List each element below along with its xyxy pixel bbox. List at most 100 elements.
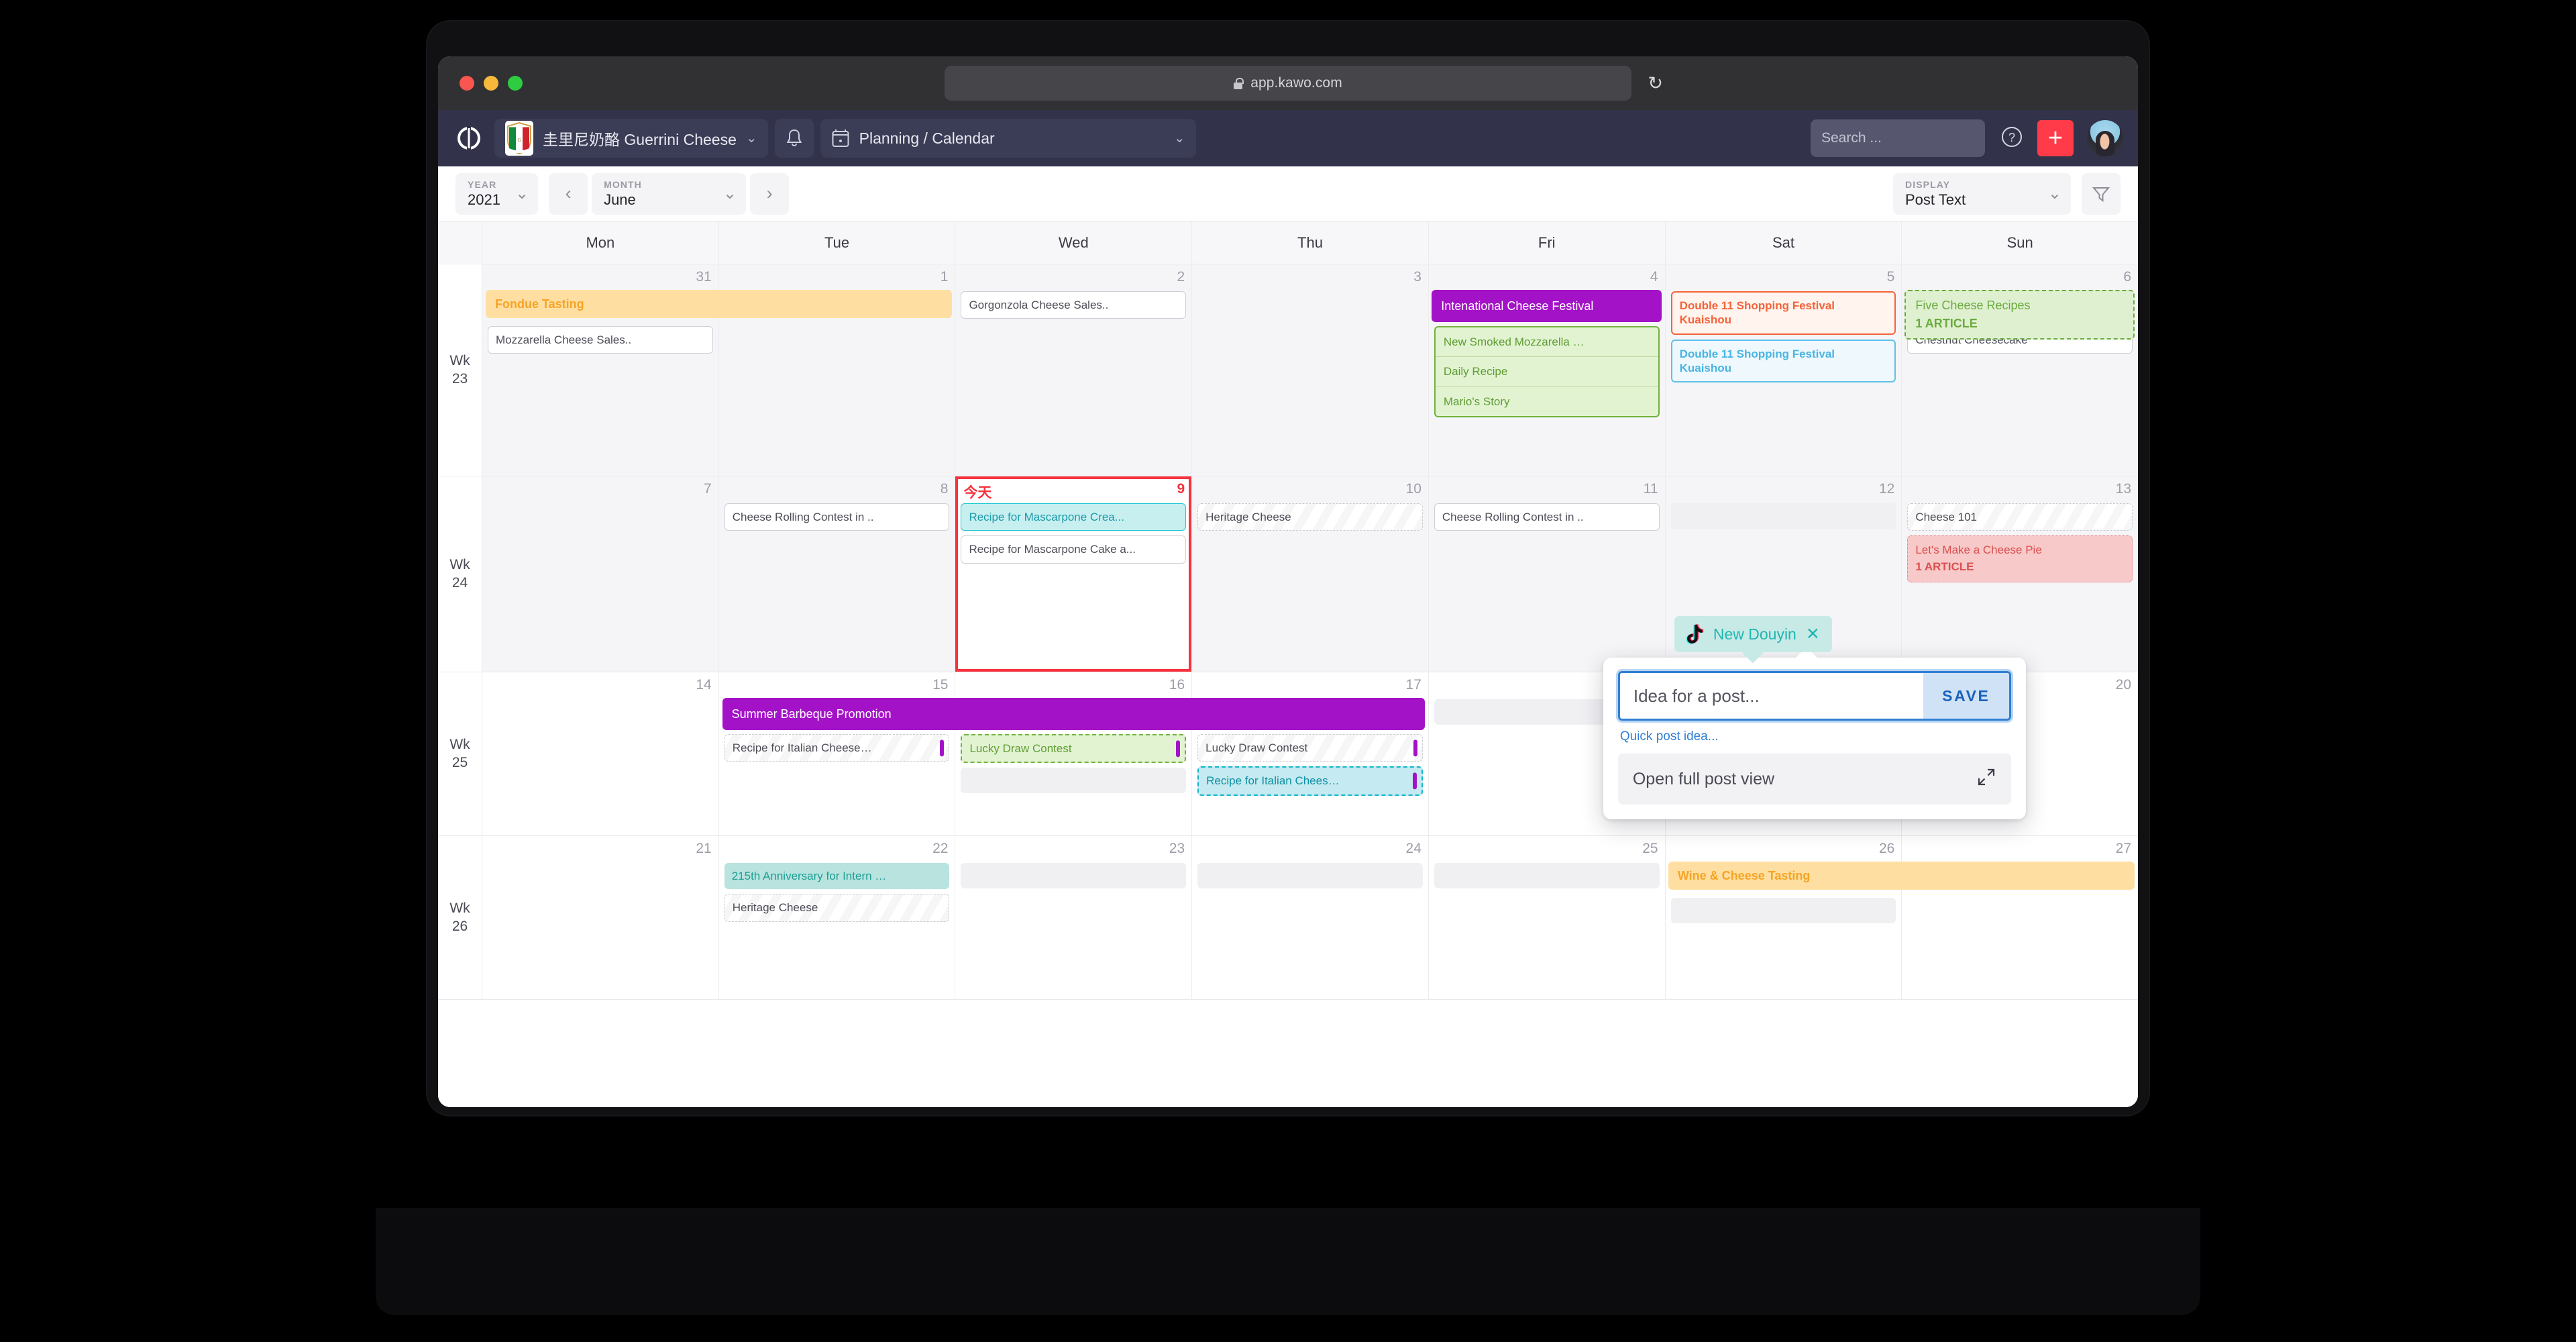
search-box[interactable] <box>1811 119 2003 157</box>
month-select[interactable]: MONTH June ⌄ <box>592 172 747 215</box>
post-chip[interactable]: New Smoked Mozzarella … Daily Recipe Mario… <box>1434 326 1660 417</box>
open-full-post-view-button[interactable]: Open full post view <box>1617 754 2011 805</box>
post-chip-line[interactable]: Daily Recipe <box>1435 356 1658 386</box>
reload-icon[interactable]: ↻ <box>1648 74 1663 93</box>
account-switcher[interactable]: G 圭里尼奶酪 Guerrini Cheese ⌄ <box>494 119 768 158</box>
post-chip[interactable]: Double 11 Shopping Festival Kuaishou <box>1670 291 1896 335</box>
calendar-day-cell[interactable]: 16 Lucky Draw Contest <box>955 672 1193 835</box>
calendar-day-cell[interactable]: 25 <box>1428 836 1666 999</box>
day-chip-list: Recipe for Mascarpone Crea... Recipe for … <box>961 502 1187 564</box>
quick-post-popup: SAVE Quick post idea... Open full post v… <box>1603 648 2026 819</box>
week-number-label: Wk 26 <box>438 836 482 999</box>
breadcrumb-module-switcher[interactable]: Planning / Calendar ⌄ <box>820 119 1196 158</box>
new-douyin-badge[interactable]: New Douyin ✕ <box>1674 616 1832 652</box>
post-chip[interactable]: 215th Anniversary for Intern … <box>724 863 950 890</box>
post-idea-row: SAVE <box>1617 671 2011 721</box>
calendar-day-cell[interactable]: 21 <box>482 836 719 999</box>
close-window-button[interactable] <box>460 76 474 91</box>
calendar-day-cell[interactable]: 2 Gorgonzola Cheese Sales.. <box>955 264 1193 476</box>
breadcrumb: Planning / Calendar <box>859 129 995 147</box>
day-number: 4 <box>1650 269 1658 285</box>
today-label: 今天 <box>963 485 992 501</box>
day-number: 3 <box>1413 269 1421 285</box>
year-value: 2021 <box>468 191 500 208</box>
post-chip[interactable]: Cheese 101 <box>1907 503 2133 531</box>
post-idea-input[interactable] <box>1619 673 1923 719</box>
campaign-banner[interactable]: Five Cheese Recipes 1 ARTICLE <box>1904 290 2135 340</box>
display-select[interactable]: DISPLAY Post Text ⌄ <box>1893 172 2071 215</box>
plus-icon: + <box>2047 124 2063 152</box>
post-chip[interactable]: Heritage Cheese <box>724 894 950 922</box>
expand-icon <box>1976 767 1996 792</box>
day-number: 21 <box>696 841 712 856</box>
post-chip[interactable]: Recipe for Mascarpone Cake a... <box>961 535 1187 564</box>
post-chip[interactable]: Cheese Rolling Contest in .. <box>724 503 950 531</box>
day-chip-list <box>961 862 1187 888</box>
calendar-day-cell[interactable]: 24 <box>1192 836 1429 999</box>
calendar-day-cell[interactable]: 10 Heritage Cheese <box>1192 476 1429 672</box>
post-chip[interactable]: Let's Make a Cheese Pie 1 ARTICLE <box>1907 535 2133 582</box>
prev-month-button[interactable]: ‹ <box>549 172 588 215</box>
next-month-button[interactable]: › <box>750 172 790 215</box>
calendar-day-cell[interactable]: 8 Cheese Rolling Contest in .. <box>718 476 956 672</box>
calendar-day-cell[interactable]: 17 Lucky Draw Contest Recipe for Italian C… <box>1192 672 1429 835</box>
calendar-day-cell[interactable]: 14 <box>482 672 719 835</box>
campaign-banner[interactable]: Intenational Cheese Festival <box>1432 290 1662 322</box>
post-chip-line[interactable]: Mario's Story <box>1435 386 1658 416</box>
filter-icon <box>2092 187 2110 202</box>
filter-button[interactable] <box>2082 172 2121 215</box>
post-chip[interactable]: Recipe for Mascarpone Crea... <box>961 503 1187 531</box>
calendar-day-cell[interactable]: 26 <box>1665 836 1902 999</box>
post-chip[interactable]: Lucky Draw Contest <box>1197 734 1423 762</box>
browser-window: app.kawo.com ↻ G 圭里尼奶酪 Guerrini Cheese ⌄… <box>438 56 2138 1107</box>
post-chip-line[interactable]: New Smoked Mozzarella … <box>1436 327 1658 356</box>
calendar-day-cell[interactable]: 13 Cheese 101 Let's Make a Cheese Pie 1 ART… <box>1902 476 2138 672</box>
lock-icon <box>1234 77 1244 89</box>
address-bar[interactable]: app.kawo.com <box>945 66 1631 101</box>
campaign-banner[interactable]: Fondue Tasting <box>486 290 953 318</box>
post-chip[interactable]: Cheese Rolling Contest in .. <box>1434 503 1660 531</box>
calendar-day-cell-today[interactable]: 今天 9 Recipe for Mascarpone Crea... Recipe f… <box>955 476 1193 672</box>
calendar-day-cell[interactable]: 23 <box>955 836 1193 999</box>
placeholder-chip <box>961 863 1187 888</box>
help-button[interactable]: ? <box>2000 125 2024 152</box>
create-new-button[interactable]: + <box>2037 120 2074 156</box>
day-number: 12 <box>1878 481 1895 497</box>
save-button[interactable]: SAVE <box>1923 673 2009 719</box>
post-chip[interactable]: Gorgonzola Cheese Sales.. <box>961 291 1187 319</box>
post-chip[interactable]: Lucky Draw Contest <box>961 734 1187 764</box>
post-chip[interactable]: Recipe for Italian Chees… <box>1197 766 1423 796</box>
notifications-button[interactable] <box>774 119 814 158</box>
close-icon[interactable]: ✕ <box>1806 625 1820 643</box>
year-select[interactable]: YEAR 2021 ⌄ <box>455 172 539 215</box>
day-number: 16 <box>1169 677 1185 692</box>
day-header-wed: Wed <box>955 221 1193 264</box>
post-chip[interactable]: Recipe for Italian Cheese… <box>724 734 950 762</box>
open-full-post-view-label: Open full post view <box>1632 769 1775 788</box>
day-header-sun: Sun <box>2006 234 2033 251</box>
day-chip-list <box>488 502 713 503</box>
day-number: 5 <box>1886 269 1895 285</box>
calendar-day-cell[interactable]: 3 <box>1192 264 1429 476</box>
campaign-banner[interactable]: Wine & Cheese Tasting <box>1668 862 2135 890</box>
minimize-window-button[interactable] <box>484 76 498 91</box>
calendar-day-cell[interactable]: 7 <box>482 476 719 672</box>
post-chip[interactable]: Double 11 Shopping Festival Kuaishou <box>1670 339 1896 382</box>
calendar-day-cell[interactable]: 11 Cheese Rolling Contest in .. <box>1428 476 1666 672</box>
post-chip[interactable]: Heritage Cheese <box>1197 503 1423 531</box>
browser-titlebar: app.kawo.com ↻ <box>438 56 2138 110</box>
campaign-color-bar <box>940 739 945 757</box>
week-prefix: Wk <box>449 737 470 753</box>
search-input[interactable] <box>1821 130 2003 146</box>
campaign-banner[interactable]: Summer Barbeque Promotion <box>722 698 1426 730</box>
calendar-day-cell[interactable]: 5 Double 11 Shopping Festival Kuaishou Dou… <box>1665 264 1902 476</box>
calendar-day-cell[interactable]: 27 <box>1902 836 2138 999</box>
maximize-window-button[interactable] <box>508 76 523 91</box>
calendar-day-cell[interactable]: 22 215th Anniversary for Intern … Heritage… <box>718 836 956 999</box>
post-chip[interactable]: Mozzarella Cheese Sales.. <box>488 326 713 354</box>
day-header-fri: Fri <box>1429 221 1666 264</box>
month-label: MONTH <box>604 178 642 190</box>
calendar-day-cell[interactable]: 15 Recipe for Italian Cheese… <box>718 672 956 835</box>
avatar[interactable] <box>2087 120 2123 156</box>
kawo-logo-icon[interactable] <box>455 125 482 152</box>
